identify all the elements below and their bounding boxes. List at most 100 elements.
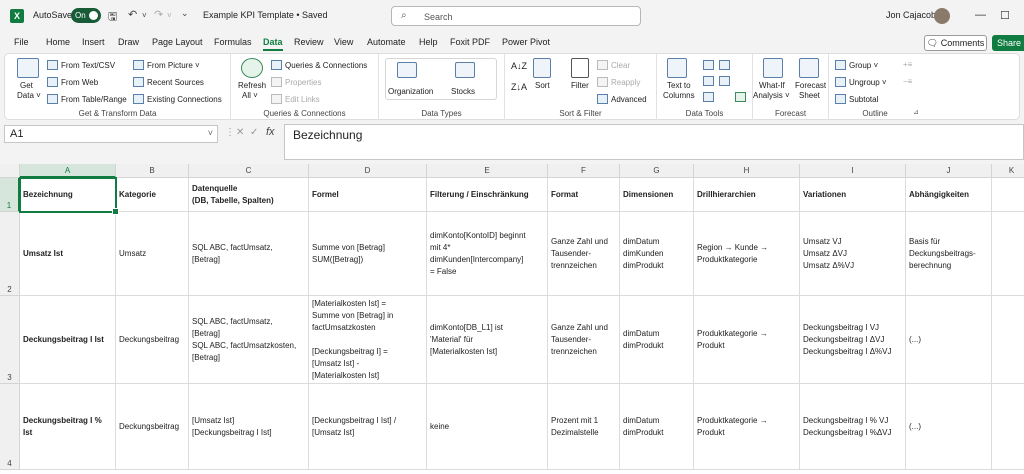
get-data-dropdown[interactable]: Data ˅ <box>17 91 41 100</box>
redo-icon[interactable]: ↷ <box>154 8 163 21</box>
cell-g3[interactable]: dimDatum dimProdukt <box>620 296 694 384</box>
cell-f1[interactable]: Format <box>548 178 620 212</box>
avatar[interactable] <box>934 8 950 24</box>
text-to-columns-button[interactable]: Text to <box>667 81 691 90</box>
cell-d3[interactable]: [Materialkosten Ist] = Summe von [Betrag… <box>309 296 427 384</box>
cell-h3[interactable]: Produktkategorie → Produkt <box>694 296 800 384</box>
more-options-icon[interactable]: ⋮ <box>225 127 235 138</box>
cancel-entry-icon[interactable]: ✕ <box>236 127 244 138</box>
cell-a4[interactable]: Deckungsbeitrag I % Ist <box>20 384 116 470</box>
cell-c4[interactable]: [Umsatz Ist] [Deckungsbeitrag I Ist] <box>189 384 309 470</box>
manage-data-model-icon[interactable] <box>735 92 746 102</box>
forecast-sheet-button[interactable]: Forecast <box>795 81 826 90</box>
cell-d2[interactable]: Summe von [Betrag] SUM([Betrag]) <box>309 212 427 296</box>
save-icon[interactable]: 🖫 <box>108 8 117 27</box>
forecast-sheet-label2[interactable]: Sheet <box>799 91 820 100</box>
show-detail-icon[interactable]: +≡ <box>903 60 912 69</box>
recent-sources-button[interactable]: Recent Sources <box>133 77 204 87</box>
cell-e3[interactable]: dimKonto[DB_L1] ist 'Material' für [Mate… <box>427 296 548 384</box>
outline-settings-icon[interactable]: ⊿ <box>913 108 919 116</box>
share-button[interactable]: Share <box>992 35 1024 51</box>
row-header-1[interactable]: 1 <box>0 178 20 212</box>
tab-formulas[interactable]: Formulas <box>214 37 252 47</box>
cell-e1[interactable]: Filterung / Einschränkung <box>427 178 548 212</box>
cell-g4[interactable]: dimDatum dimProdukt <box>620 384 694 470</box>
consolidate-icon[interactable] <box>719 60 730 70</box>
reapply-button[interactable]: Reapply <box>597 77 640 87</box>
from-web-button[interactable]: From Web <box>47 77 98 87</box>
from-picture-button[interactable]: From Picture ˅ <box>133 60 200 70</box>
tab-power-pivot[interactable]: Power Pivot <box>502 37 550 47</box>
user-name[interactable]: Jon Cajacob <box>886 10 936 20</box>
cell-k3[interactable] <box>992 296 1024 384</box>
confirm-entry-icon[interactable]: ✓ <box>250 127 258 138</box>
cell-j1[interactable]: Abhängigkeiten <box>906 178 992 212</box>
cell-b2[interactable]: Umsatz <box>116 212 189 296</box>
tab-data[interactable]: Data <box>263 37 283 51</box>
cell-h4[interactable]: Produktkategorie → Produkt <box>694 384 800 470</box>
cell-i4[interactable]: Deckungsbeitrag I % VJ Deckungsbeitrag I… <box>800 384 906 470</box>
cell-d4[interactable]: [Deckungsbeitrag I Ist] / [Umsatz Ist] <box>309 384 427 470</box>
existing-connections-button[interactable]: Existing Connections <box>133 94 222 104</box>
cell-k2[interactable] <box>992 212 1024 296</box>
text-to-columns-label2[interactable]: Columns <box>663 91 695 100</box>
sort-ascending-icon[interactable]: A↓Z <box>511 61 527 71</box>
autosave-toggle[interactable]: On <box>71 8 101 23</box>
name-box[interactable]: A1 ˅ <box>4 125 218 143</box>
flash-fill-icon[interactable] <box>703 60 714 70</box>
sort-descending-icon[interactable]: Z↓A <box>511 82 527 92</box>
column-header-d[interactable]: D <box>309 164 427 178</box>
group-button[interactable]: Group ˅ <box>835 60 878 70</box>
tab-foxit-pdf[interactable]: Foxit PDF <box>450 37 490 47</box>
cell-i1[interactable]: Variationen <box>800 178 906 212</box>
tab-file[interactable]: File <box>14 37 29 47</box>
row-header-3[interactable]: 3 <box>0 296 20 384</box>
minimize-icon[interactable]: — <box>975 9 986 21</box>
refresh-all-button[interactable]: Refresh <box>238 81 266 90</box>
cell-j4[interactable]: (...) <box>906 384 992 470</box>
column-header-i[interactable]: I <box>800 164 906 178</box>
column-header-a[interactable]: A <box>20 164 116 178</box>
hide-detail-icon[interactable]: −≡ <box>903 77 912 86</box>
document-title[interactable]: Example KPI Template • Saved <box>203 10 328 20</box>
search-box[interactable]: ⌕ Search <box>391 6 641 26</box>
cell-e2[interactable]: dimKonto[KontoID] beginnt mit 4* dimKund… <box>427 212 548 296</box>
cell-a3[interactable]: Deckungsbeitrag I Ist <box>20 296 116 384</box>
edit-links-button[interactable]: Edit Links <box>271 94 320 104</box>
column-header-g[interactable]: G <box>620 164 694 178</box>
cell-c1[interactable]: Datenquelle (DB, Tabelle, Spalten) <box>189 178 309 212</box>
cell-k4[interactable] <box>992 384 1024 470</box>
cell-h2[interactable]: Region → Kunde → Produktkategorie <box>694 212 800 296</box>
cell-f4[interactable]: Prozent mit 1 Dezimalstelle <box>548 384 620 470</box>
tab-help[interactable]: Help <box>419 37 438 47</box>
remove-duplicates-icon[interactable] <box>703 76 714 86</box>
column-header-h[interactable]: H <box>694 164 800 178</box>
undo-dropdown-icon[interactable]: ˅ <box>142 11 147 20</box>
cell-j3[interactable]: (...) <box>906 296 992 384</box>
queries-connections-button[interactable]: Queries & Connections <box>271 60 367 70</box>
row-header-4[interactable]: 4 <box>0 384 20 470</box>
cell-b4[interactable]: Deckungsbeitrag <box>116 384 189 470</box>
tab-automate[interactable]: Automate <box>367 37 406 47</box>
subtotal-button[interactable]: Subtotal <box>835 94 878 104</box>
what-if-analysis-button[interactable]: What-If <box>759 81 785 90</box>
ungroup-button[interactable]: Ungroup ˅ <box>835 77 887 87</box>
select-all-button[interactable] <box>0 164 20 178</box>
customize-qat-icon[interactable]: ⌄ <box>181 8 189 19</box>
get-data-button[interactable]: Get <box>20 81 33 90</box>
cell-j2[interactable]: Basis für Deckungsbeitrags- berechnung <box>906 212 992 296</box>
clear-button[interactable]: Clear <box>597 60 630 70</box>
cell-c3[interactable]: SQL ABC, factUmsatz, [Betrag] SQL ABC, f… <box>189 296 309 384</box>
cell-i2[interactable]: Umsatz VJ Umsatz ΔVJ Umsatz Δ%VJ <box>800 212 906 296</box>
formula-input[interactable]: Bezeichnung <box>284 124 1024 160</box>
cell-k1[interactable] <box>992 178 1024 212</box>
column-header-b[interactable]: B <box>116 164 189 178</box>
tab-draw[interactable]: Draw <box>118 37 139 47</box>
tab-insert[interactable]: Insert <box>82 37 105 47</box>
undo-icon[interactable]: ↶ <box>128 8 137 21</box>
cell-a1[interactable]: Bezeichnung <box>20 178 116 212</box>
column-header-k[interactable]: K <box>992 164 1024 178</box>
filter-button[interactable]: Filter <box>571 81 589 90</box>
advanced-button[interactable]: Advanced <box>597 94 647 104</box>
column-header-c[interactable]: C <box>189 164 309 178</box>
